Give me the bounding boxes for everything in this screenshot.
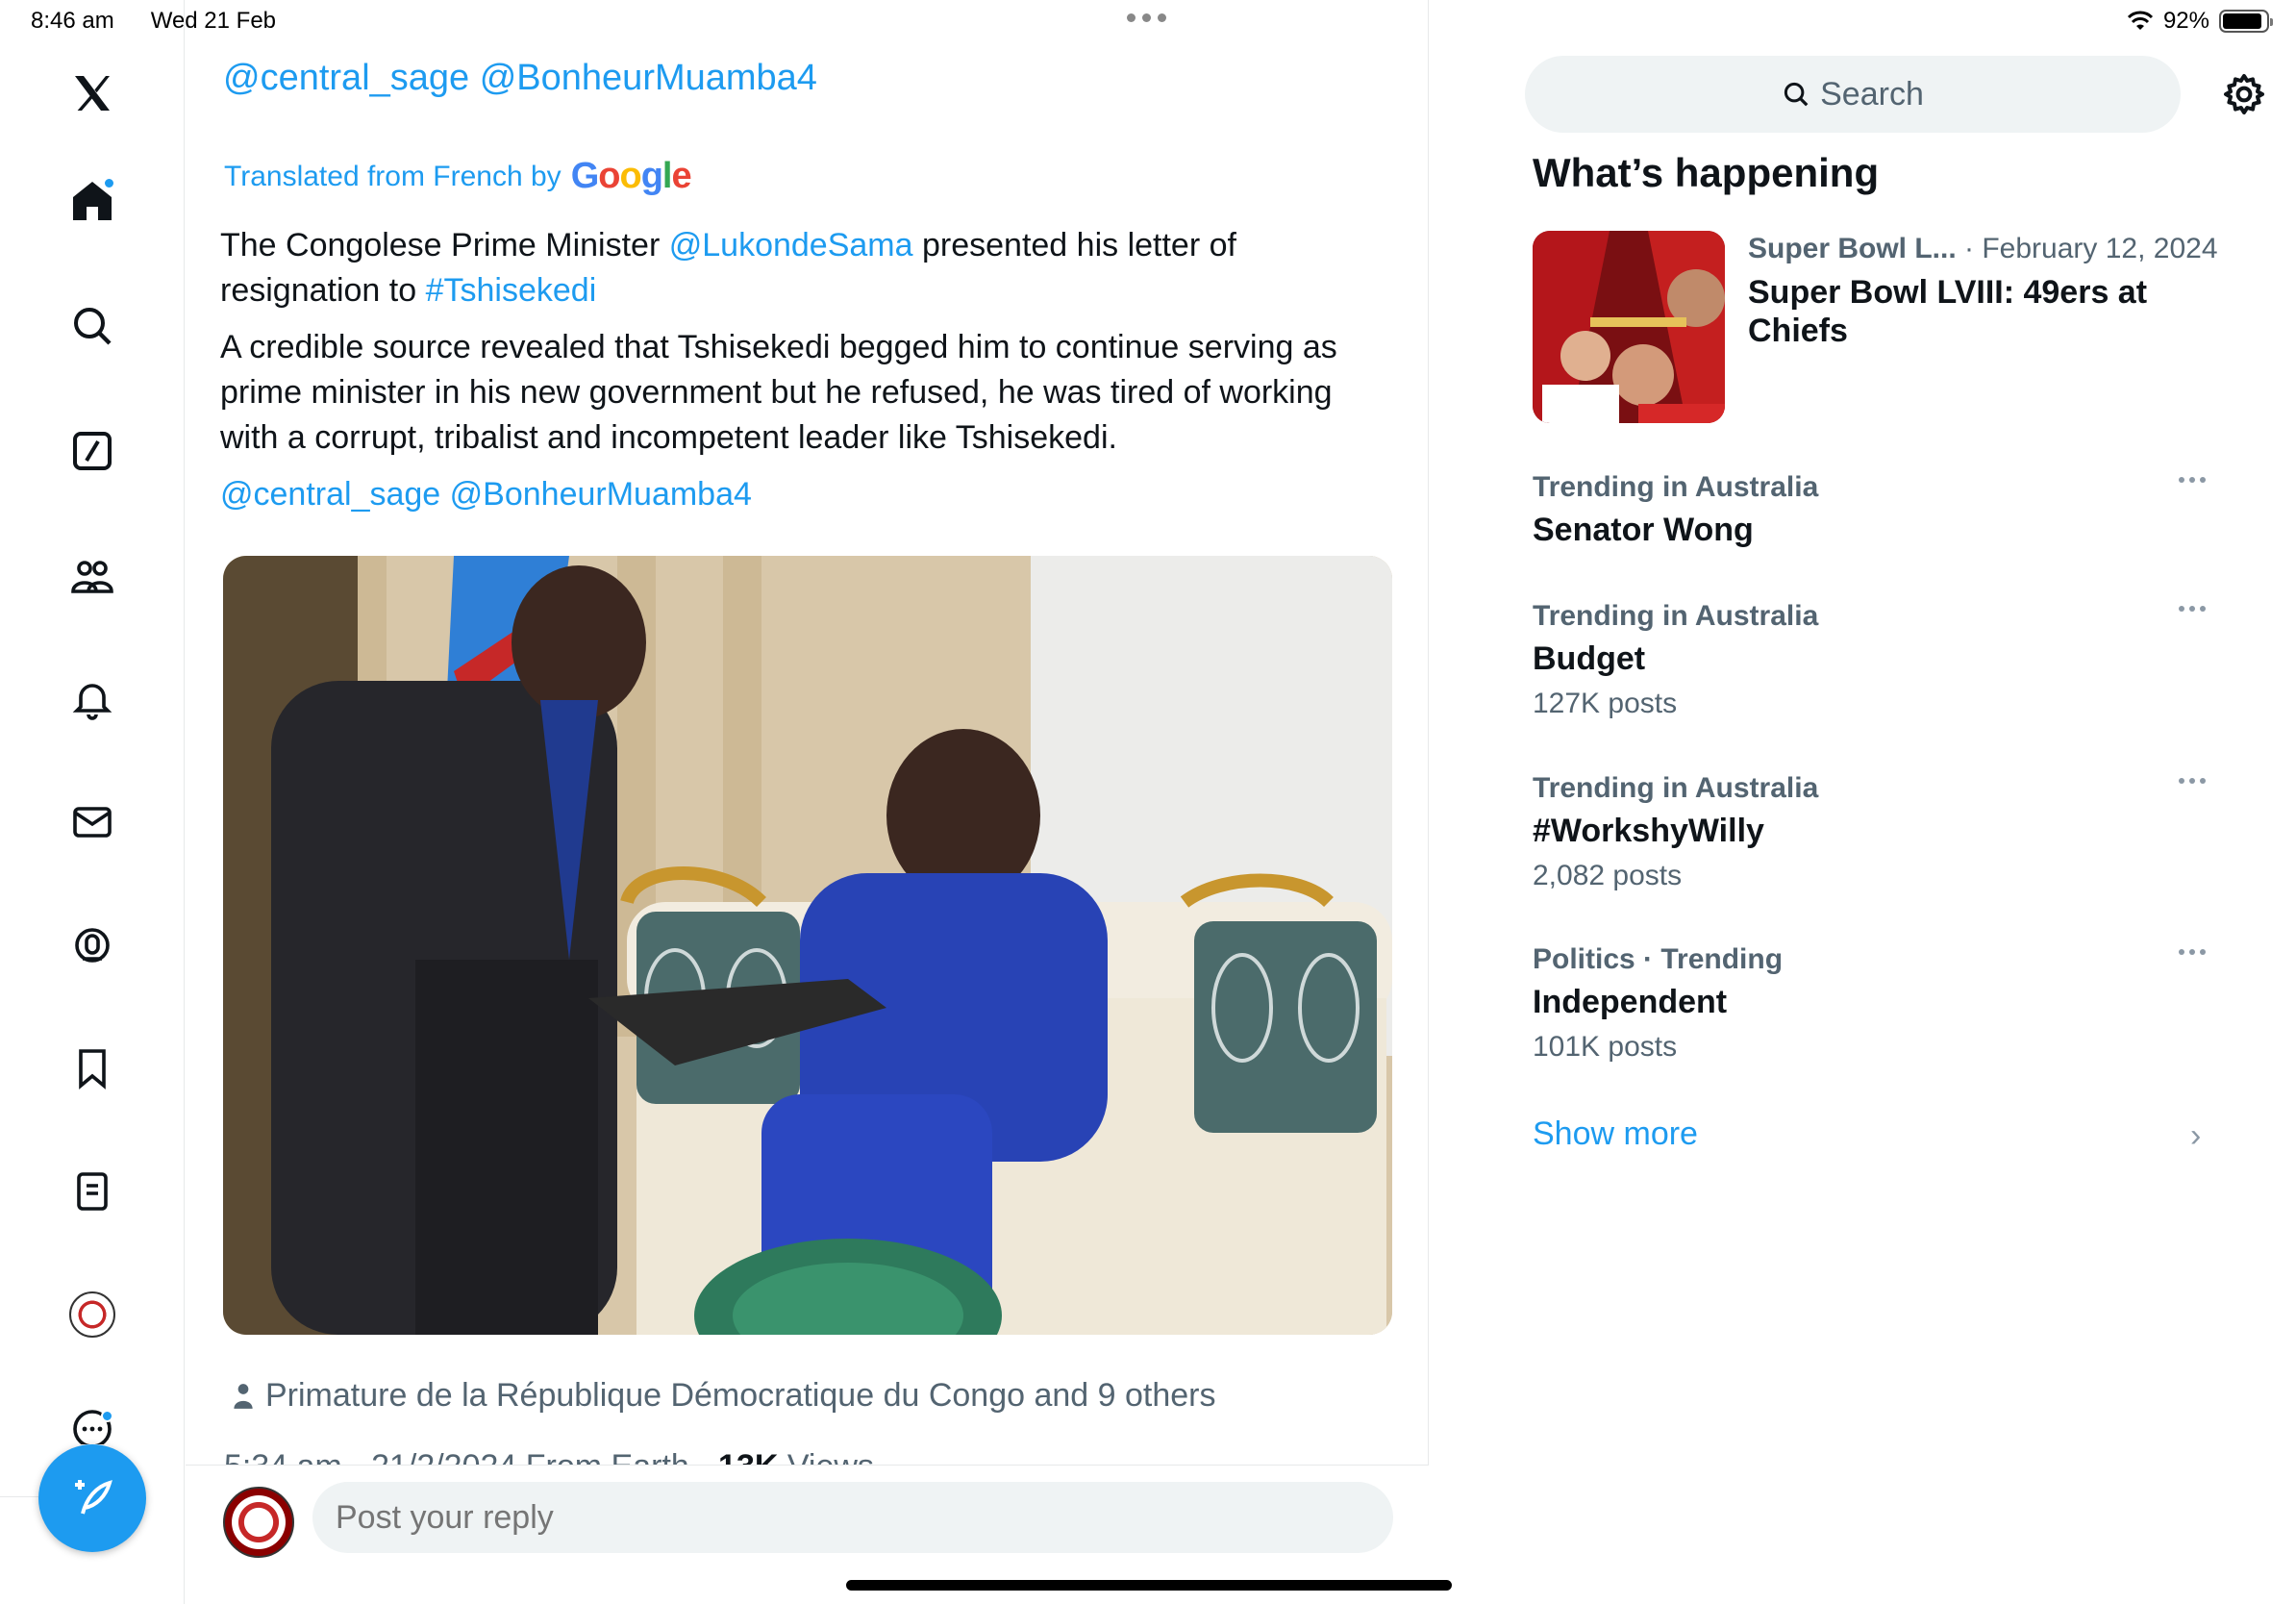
translation-notice[interactable]: Translated from French by Google (224, 156, 692, 197)
reply-avatar[interactable] (223, 1487, 294, 1558)
tweet-text: The Congolese Prime Minister @LukondeSam… (220, 223, 1374, 529)
home-unread-dot (103, 177, 115, 189)
search-nav-icon[interactable] (61, 294, 124, 358)
tweet-paragraph-2: A credible source revealed that Tshiseke… (220, 329, 1337, 456)
home-icon[interactable] (61, 169, 124, 233)
event-title: Super Bowl LVIII: 49ers at Chiefs (1748, 274, 2148, 349)
trend-more-icon[interactable] (2179, 477, 2206, 483)
google-logo: Google (570, 156, 692, 196)
views-count: 13K (718, 1448, 778, 1466)
battery-icon (2219, 10, 2273, 33)
trend-count: 101K posts (1533, 1031, 1678, 1063)
trend-count: 127K posts (1533, 688, 1678, 719)
trend-more-icon[interactable] (2179, 606, 2206, 612)
gear-icon[interactable] (2221, 71, 2267, 117)
more-icon[interactable] (61, 1406, 124, 1444)
compose-button[interactable] (38, 1444, 146, 1552)
trend-name: Senator Wong (1533, 512, 1754, 548)
trend-item[interactable]: Trending in Australia Senator Wong (1533, 471, 2206, 549)
tweet-mentions[interactable]: @central_sage @BonheurMuamba4 (220, 472, 1374, 517)
reply-input[interactable] (312, 1482, 1393, 1553)
trend-context: Politics · Trending (1533, 943, 1784, 975)
tweet-detail: @central_sage @BonheurMuamba4 Translated… (186, 0, 1429, 1604)
reply-mentions[interactable]: @central_sage @BonheurMuamba4 (223, 58, 817, 99)
notifications-icon[interactable] (61, 667, 124, 731)
tweet-meta: 5:34 am · 21/2/2024 From Earth · 13K Vie… (224, 1448, 874, 1466)
lists-icon[interactable] (61, 1160, 124, 1223)
trend-count: 2,082 posts (1533, 860, 1683, 891)
event-category: Super Bowl L... (1748, 233, 1957, 264)
x-logo-icon[interactable] (61, 62, 124, 125)
show-more-link[interactable]: Show more (1533, 1115, 1698, 1153)
mention-link[interactable]: @LukondeSama (669, 227, 913, 263)
trend-item[interactable]: Trending in Australia #WorkshyWilly 2,08… (1533, 772, 2206, 892)
grok-icon[interactable] (61, 419, 124, 483)
status-bar-right: 92% (2127, 8, 2273, 35)
spaces-icon[interactable] (61, 914, 124, 977)
whats-happening-heading: What’s happening (1533, 150, 1880, 195)
event-date: · February 12, 2024 (1956, 233, 2218, 264)
chevron-right-icon[interactable]: › (2190, 1117, 2201, 1155)
translated-label: Translated from French by (224, 160, 562, 192)
event-thumbnail (1533, 231, 1725, 423)
trend-context: Trending in Australia (1533, 772, 1819, 804)
home-indicator[interactable] (846, 1580, 1452, 1591)
tweet-photo[interactable] (223, 556, 1392, 1335)
trend-context: Trending in Australia (1533, 471, 1819, 503)
trend-more-icon[interactable] (2179, 949, 2206, 955)
wifi-icon (2127, 11, 2154, 30)
more-unread-dot (101, 1410, 113, 1422)
trend-name: #WorkshyWilly (1533, 813, 1764, 849)
trending-event[interactable]: Super Bowl L... · February 12, 2024 Supe… (1533, 231, 2225, 423)
trend-more-icon[interactable] (2179, 778, 2206, 784)
compose-icon (75, 1480, 112, 1515)
messages-icon[interactable] (61, 790, 124, 854)
trend-item[interactable]: Politics · Trending Independent 101K pos… (1533, 943, 2206, 1064)
left-sidebar (0, 0, 185, 1604)
search-bar[interactable]: Search (1525, 56, 2181, 133)
search-placeholder: Search (1820, 75, 1924, 113)
trend-context: Trending in Australia (1533, 600, 1819, 632)
trend-name: Independent (1533, 984, 1728, 1020)
communities-icon[interactable] (61, 544, 124, 608)
event-meta: Super Bowl L... · February 12, 2024 (1748, 233, 2218, 265)
tagged-users-label: Primature de la République Démocratique … (265, 1377, 1216, 1414)
person-icon (234, 1383, 253, 1409)
trend-item[interactable]: Trending in Australia Budget 127K posts (1533, 600, 2206, 720)
battery-percent: 92% (2162, 8, 2209, 34)
bookmarks-icon[interactable] (61, 1037, 124, 1100)
profile-avatar-icon[interactable] (61, 1283, 124, 1346)
search-icon (1784, 82, 1809, 107)
hashtag-link[interactable]: #Tshisekedi (426, 272, 597, 309)
tweet-paragraph-1: The Congolese Prime Minister @LukondeSam… (220, 227, 1236, 309)
tagged-users[interactable]: Primature de la République Démocratique … (231, 1377, 1216, 1415)
trend-name: Budget (1533, 640, 1646, 677)
